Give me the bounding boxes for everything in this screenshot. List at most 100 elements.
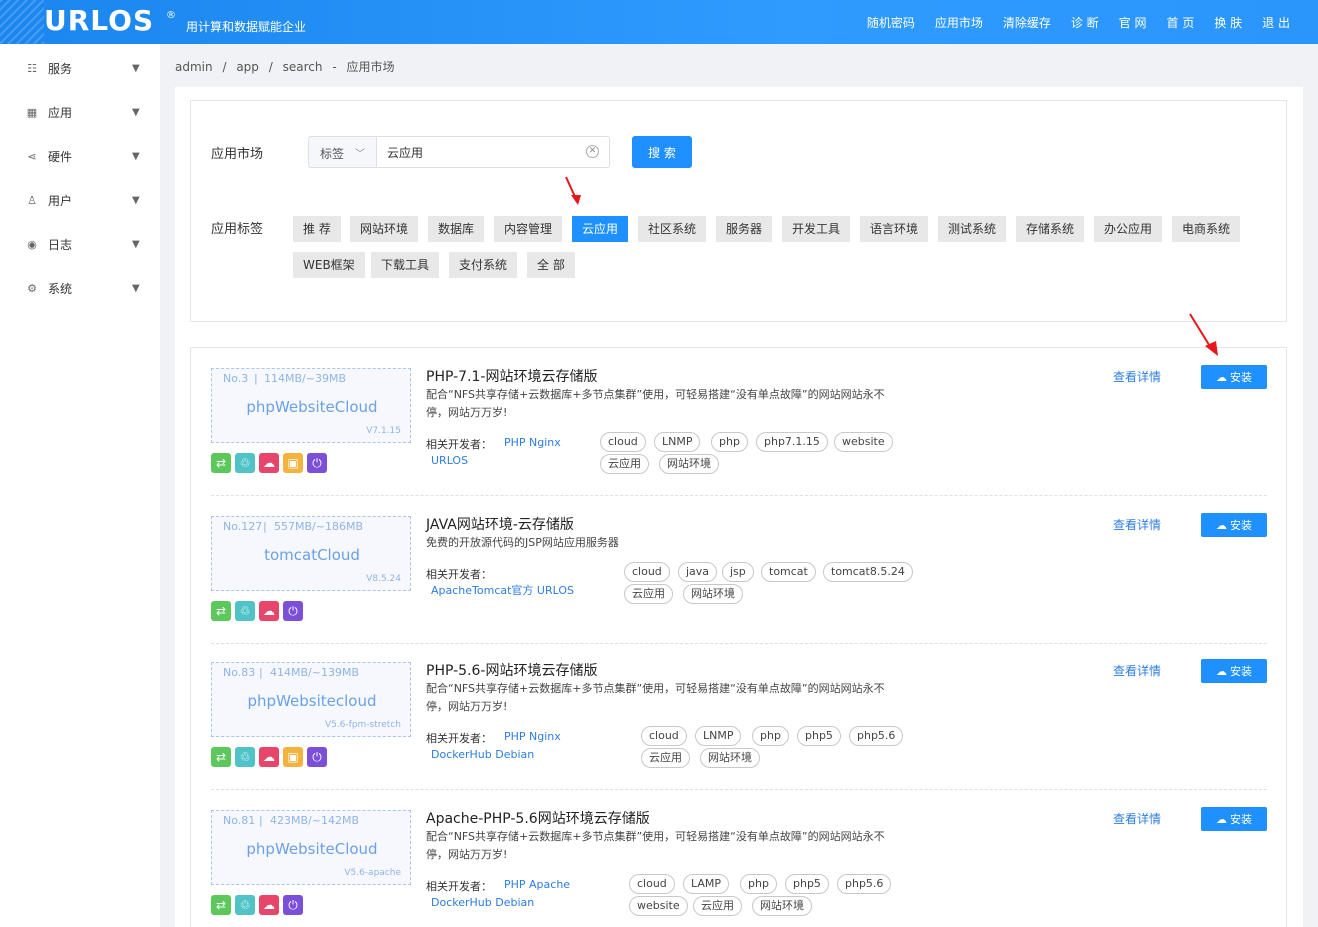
app-tag[interactable]: java [678,562,718,582]
developer-label: 相关开发者： [426,438,492,451]
view-details-link[interactable]: 查看详情 [1113,368,1161,385]
developer-links[interactable]: ApacheTomcat官方 URLOS [431,582,591,600]
tag-cms[interactable]: 内容管理 [494,216,563,242]
app-tag[interactable]: php [711,432,748,452]
app-tag[interactable]: LNMP [695,726,742,746]
sidebar-item-logs[interactable]: ◉ 日志 ▼ [0,222,160,266]
app-number: No.127 [223,520,263,533]
developer-links[interactable]: PHP Nginx [504,728,664,746]
sidebar-item-label: 日志 [48,237,73,252]
sidebar-item-hardware[interactable]: ⋖ 硬件 ▼ [0,134,160,178]
app-tag[interactable]: cloud [624,562,670,582]
app-tag[interactable]: cloud [641,726,687,746]
nav-change-skin[interactable]: 换 肤 [1214,14,1242,31]
sidebar: ☷ 服务 ▼ ▦ 应用 ▼ ⋖ 硬件 ▼ ♙ 用户 ▼ ◉ 日志 ▼ ⚙ 系统 … [0,44,160,927]
tag-office[interactable]: 办公应用 [1094,216,1163,242]
tag-language-env[interactable]: 语言环境 [860,216,929,242]
nav-home[interactable]: 首 页 [1167,14,1195,31]
tag-storage[interactable]: 存储系统 [1016,216,1085,242]
tag-dev-tools[interactable]: 开发工具 [782,216,851,242]
developer-links-2[interactable]: DockerHub Debian [431,746,591,764]
tag-recommend[interactable]: 推 荐 [293,216,341,242]
app-thumbnail[interactable]: No.83 | 414MB/~139MB phpWebsitecloud V5.… [211,662,411,737]
breadcrumb-admin[interactable]: admin [175,60,213,74]
search-input[interactable] [376,136,610,168]
app-tag[interactable]: php5 [797,726,841,746]
install-button[interactable]: ☁ 安装 [1201,659,1267,683]
nav-official-site[interactable]: 官 网 [1119,14,1147,31]
app-tag[interactable]: 网站环境 [752,896,812,916]
sidebar-item-system[interactable]: ⚙ 系统 ▼ [0,266,160,310]
tag-community[interactable]: 社区系统 [638,216,707,242]
tag-database[interactable]: 数据库 [428,216,485,242]
app-tag[interactable]: 网站环境 [683,584,743,604]
nav-diagnose[interactable]: 诊 断 [1071,14,1099,31]
install-button[interactable]: ☁ 安装 [1201,513,1267,537]
app-tag[interactable]: website [834,432,893,452]
thumb-separator: | [263,520,267,533]
app-title[interactable]: JAVA网站环境-云存储版 [426,514,574,534]
app-tag[interactable]: LNMP [654,432,701,452]
app-tag[interactable]: LAMP [683,874,730,894]
app-thumbnail[interactable]: No.81 | 423MB/~142MB phpWebsiteCloud V5.… [211,810,411,885]
app-tag[interactable]: 云应用 [641,748,690,768]
app-tag[interactable]: 云应用 [600,454,649,474]
app-tag[interactable]: cloud [629,874,675,894]
view-details-link[interactable]: 查看详情 [1113,662,1161,679]
search-type-select[interactable]: 标签 ﹀ [308,136,376,168]
app-tag[interactable]: tomcat8.5.24 [823,562,913,582]
tag-payment[interactable]: 支付系统 [449,252,518,278]
app-tag[interactable]: 网站环境 [659,454,719,474]
breadcrumb-search[interactable]: search [283,60,323,74]
breadcrumb-app[interactable]: app [236,60,259,74]
grid-icon: ☷ [27,61,37,75]
tag-all[interactable]: 全 部 [527,252,575,278]
view-details-link[interactable]: 查看详情 [1113,516,1161,533]
breadcrumb: admin / app / search - 应用市场 [175,58,401,75]
chevron-down-icon: ▼ [132,238,140,250]
list-item: No.83 | 414MB/~139MB phpWebsitecloud V5.… [211,642,1267,790]
clear-icon[interactable]: ✕ [586,145,599,158]
app-thumbnail[interactable]: No.127 | 557MB/~186MB tomcatCloud V8.5.2… [211,516,411,591]
cloud-upload-icon: ☁ [1216,812,1227,826]
nav-clear-cache[interactable]: 清除缓存 [1003,14,1051,31]
tag-download[interactable]: 下载工具 [371,252,440,278]
search-button[interactable]: 搜 索 [632,136,692,168]
tag-web-framework[interactable]: WEB框架 [293,252,365,278]
app-tag[interactable]: cloud [600,432,646,452]
app-title[interactable]: PHP-5.6-网站环境云存储版 [426,660,597,680]
view-details-link[interactable]: 查看详情 [1113,810,1161,827]
tag-ecommerce[interactable]: 电商系统 [1172,216,1241,242]
app-tag[interactable]: jsp [722,562,754,582]
app-tag[interactable]: php7.1.15 [756,432,828,452]
app-title[interactable]: Apache-PHP-5.6网站环境云存储版 [426,808,650,828]
install-button[interactable]: ☁ 安装 [1201,365,1267,389]
sidebar-item-service[interactable]: ☷ 服务 ▼ [0,46,160,90]
app-tag[interactable]: website [629,896,688,916]
tag-server[interactable]: 服务器 [716,216,773,242]
app-tag[interactable]: php5.6 [837,874,892,894]
sidebar-item-users[interactable]: ♙ 用户 ▼ [0,178,160,222]
app-tag[interactable]: php [752,726,789,746]
developer-links-2[interactable]: URLOS [431,452,591,470]
app-tag[interactable]: tomcat [761,562,816,582]
nav-random-password[interactable]: 随机密码 [867,14,915,31]
nav-logout[interactable]: 退 出 [1262,14,1290,31]
app-tag[interactable]: php5.6 [849,726,904,746]
app-tag[interactable]: php [740,874,777,894]
sidebar-item-apps[interactable]: ▦ 应用 ▼ [0,90,160,134]
app-tag[interactable]: 云应用 [624,584,673,604]
app-tag[interactable]: 云应用 [693,896,742,916]
nav-app-market[interactable]: 应用市场 [935,14,983,31]
app-title[interactable]: PHP-7.1-网站环境云存储版 [426,366,597,386]
install-button[interactable]: ☁ 安装 [1201,807,1267,831]
tag-web-env[interactable]: 网站环境 [350,216,419,242]
developer-links-2[interactable]: DockerHub Debian [431,894,591,912]
tag-cloud-app[interactable]: 云应用 [572,216,629,242]
app-tag[interactable]: 网站环境 [700,748,760,768]
app-tag[interactable]: php5 [785,874,829,894]
app-thumbnail[interactable]: No.3 | 114MB/~39MB phpWebsiteCloud V7.1.… [211,368,411,443]
install-label: 安装 [1230,813,1252,826]
apps-icon: ▦ [26,105,38,119]
tag-test-system[interactable]: 测试系统 [938,216,1007,242]
